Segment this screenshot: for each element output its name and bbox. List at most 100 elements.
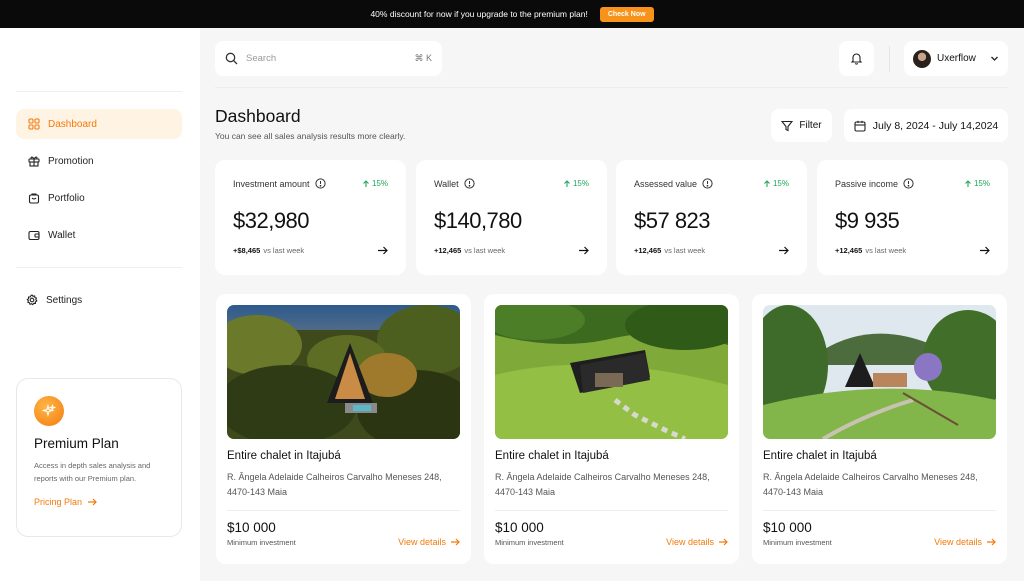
- listing-photo: [227, 305, 460, 439]
- stat-value: $32,980: [233, 208, 310, 233]
- pricing-plan-link[interactable]: Pricing Plan: [34, 497, 164, 507]
- info-icon[interactable]: [903, 178, 914, 189]
- listing-divider: [495, 510, 728, 511]
- arrow-up-icon: [564, 179, 570, 187]
- bell-icon: [850, 53, 863, 65]
- stat-change: 15%: [964, 179, 990, 188]
- listing-card[interactable]: Entire chalet in Itajubá R. Ângela Adela…: [484, 294, 739, 564]
- listing-price: $10 000: [495, 520, 544, 535]
- sidebar-item-label: Dashboard: [48, 118, 97, 130]
- info-icon[interactable]: [702, 178, 713, 189]
- sidebar-item-label: Portfolio: [48, 192, 85, 204]
- gear-icon: [26, 294, 38, 306]
- info-icon[interactable]: [314, 178, 326, 189]
- bag-icon: [28, 193, 40, 204]
- sidebar-item-wallet[interactable]: Wallet: [16, 220, 182, 250]
- arrow-right-icon: [451, 538, 460, 546]
- stat-delta: +12,465: [835, 246, 863, 255]
- header-divider: [215, 87, 1008, 88]
- arrow-right-icon[interactable]: [578, 245, 589, 256]
- stat-card-passive-income: Passive income 15% $9 935 +12,465 vs las…: [817, 160, 1008, 275]
- arrow-right-icon: [987, 538, 996, 546]
- listing-photo: [763, 305, 996, 439]
- search-bar[interactable]: Search ⌘ K: [215, 41, 442, 76]
- arrow-right-icon[interactable]: [778, 245, 789, 256]
- stat-change-value: 15%: [371, 179, 388, 188]
- date-range-label: July 8, 2024 - July 14,2024: [872, 119, 999, 132]
- stat-change-value: 15%: [772, 179, 789, 188]
- view-details-link[interactable]: View details: [666, 537, 728, 547]
- stat-value: $140,780: [434, 208, 522, 233]
- view-details-label: View details: [934, 537, 982, 547]
- sidebar: Dashboard Promotion Portfolio Wallet Set…: [0, 28, 200, 581]
- sidebar-item-label: Wallet: [48, 229, 76, 241]
- stat-change-value: 15%: [572, 179, 589, 188]
- arrow-up-icon: [363, 179, 369, 187]
- filter-label: Filter: [799, 120, 822, 131]
- notifications-button[interactable]: [839, 41, 874, 76]
- sidebar-item-label: Promotion: [48, 155, 94, 167]
- listing-price: $10 000: [763, 520, 812, 535]
- user-name: Uxerflow: [937, 53, 976, 64]
- gift-icon: [28, 156, 40, 167]
- stat-value: $9 935: [835, 208, 900, 233]
- arrow-right-icon[interactable]: [979, 245, 990, 256]
- sidebar-item-dashboard[interactable]: Dashboard: [16, 109, 182, 139]
- date-range-picker[interactable]: July 8, 2024 - July 14,2024: [844, 109, 1008, 142]
- listing-title: Entire chalet in Itajubá: [227, 450, 341, 462]
- arrow-up-icon: [764, 179, 770, 187]
- user-menu[interactable]: Uxerflow: [904, 41, 1008, 76]
- sidebar-item-label: Settings: [46, 294, 83, 306]
- listing-divider: [227, 510, 460, 511]
- listing-address: R. Ângela Adelaide Calheiros Carvalho Me…: [227, 472, 442, 497]
- stat-value: $57 823: [634, 208, 711, 233]
- listing-address: R. Ângela Adelaide Calheiros Carvalho Me…: [495, 472, 710, 497]
- check-now-button[interactable]: Check Now: [599, 6, 654, 22]
- info-icon[interactable]: [464, 178, 475, 189]
- premium-title: Premium Plan: [34, 436, 119, 451]
- listing-card[interactable]: Entire chalet in Itajubá R. Ângela Adela…: [752, 294, 1007, 564]
- sidebar-divider: [16, 267, 182, 268]
- chevron-down-icon: [991, 56, 998, 61]
- page-title: Dashboard: [215, 106, 301, 126]
- arrow-right-icon[interactable]: [377, 245, 388, 256]
- topbar-divider: [889, 46, 890, 72]
- stat-change: 15%: [763, 179, 789, 188]
- stat-vs: vs last week: [865, 246, 907, 255]
- filter-icon: [781, 120, 794, 131]
- view-details-link[interactable]: View details: [398, 537, 460, 547]
- listing-price-label: Minimum investment: [495, 538, 564, 547]
- stat-card-wallet: Wallet 15% $140,780 +12,465 vs last week: [416, 160, 607, 275]
- sidebar-item-promotion[interactable]: Promotion: [16, 146, 182, 176]
- search-input[interactable]: Search: [246, 53, 406, 64]
- listing-photo: [495, 305, 728, 439]
- stat-delta: +$8,465: [233, 246, 261, 255]
- listing-card[interactable]: Entire chalet in Itajubá R. Ângela Adela…: [216, 294, 471, 564]
- stat-vs: vs last week: [263, 246, 305, 255]
- sidebar-divider: [16, 91, 182, 92]
- stat-label: Wallet: [434, 178, 459, 189]
- arrow-up-icon: [965, 179, 971, 187]
- banner-text: 40% discount for now if you upgrade to t…: [370, 9, 588, 19]
- listing-price-label: Minimum investment: [227, 538, 296, 547]
- sparkle-icon: [34, 396, 64, 426]
- stat-card-investment: Investment amount 15% $32,980 +$8,465 vs…: [215, 160, 406, 275]
- wallet-icon: [28, 230, 40, 241]
- arrow-right-icon: [719, 538, 728, 546]
- premium-description: Access in depth sales analysis and repor…: [34, 461, 151, 483]
- stat-label: Investment amount: [233, 178, 310, 189]
- premium-plan-card: Premium Plan Access in depth sales analy…: [16, 378, 182, 537]
- grid-icon: [28, 118, 40, 130]
- stat-delta: +12,465: [434, 246, 462, 255]
- filter-button[interactable]: Filter: [771, 109, 832, 142]
- sidebar-item-settings[interactable]: Settings: [16, 285, 182, 315]
- view-details-link[interactable]: View details: [934, 537, 996, 547]
- avatar: [913, 49, 931, 68]
- listing-title: Entire chalet in Itajubá: [495, 450, 609, 462]
- promo-banner: 40% discount for now if you upgrade to t…: [0, 0, 1024, 28]
- sidebar-item-portfolio[interactable]: Portfolio: [16, 183, 182, 213]
- search-icon: [225, 52, 238, 65]
- view-details-label: View details: [666, 537, 714, 547]
- listing-price: $10 000: [227, 520, 276, 535]
- listing-address: R. Ângela Adelaide Calheiros Carvalho Me…: [763, 472, 978, 497]
